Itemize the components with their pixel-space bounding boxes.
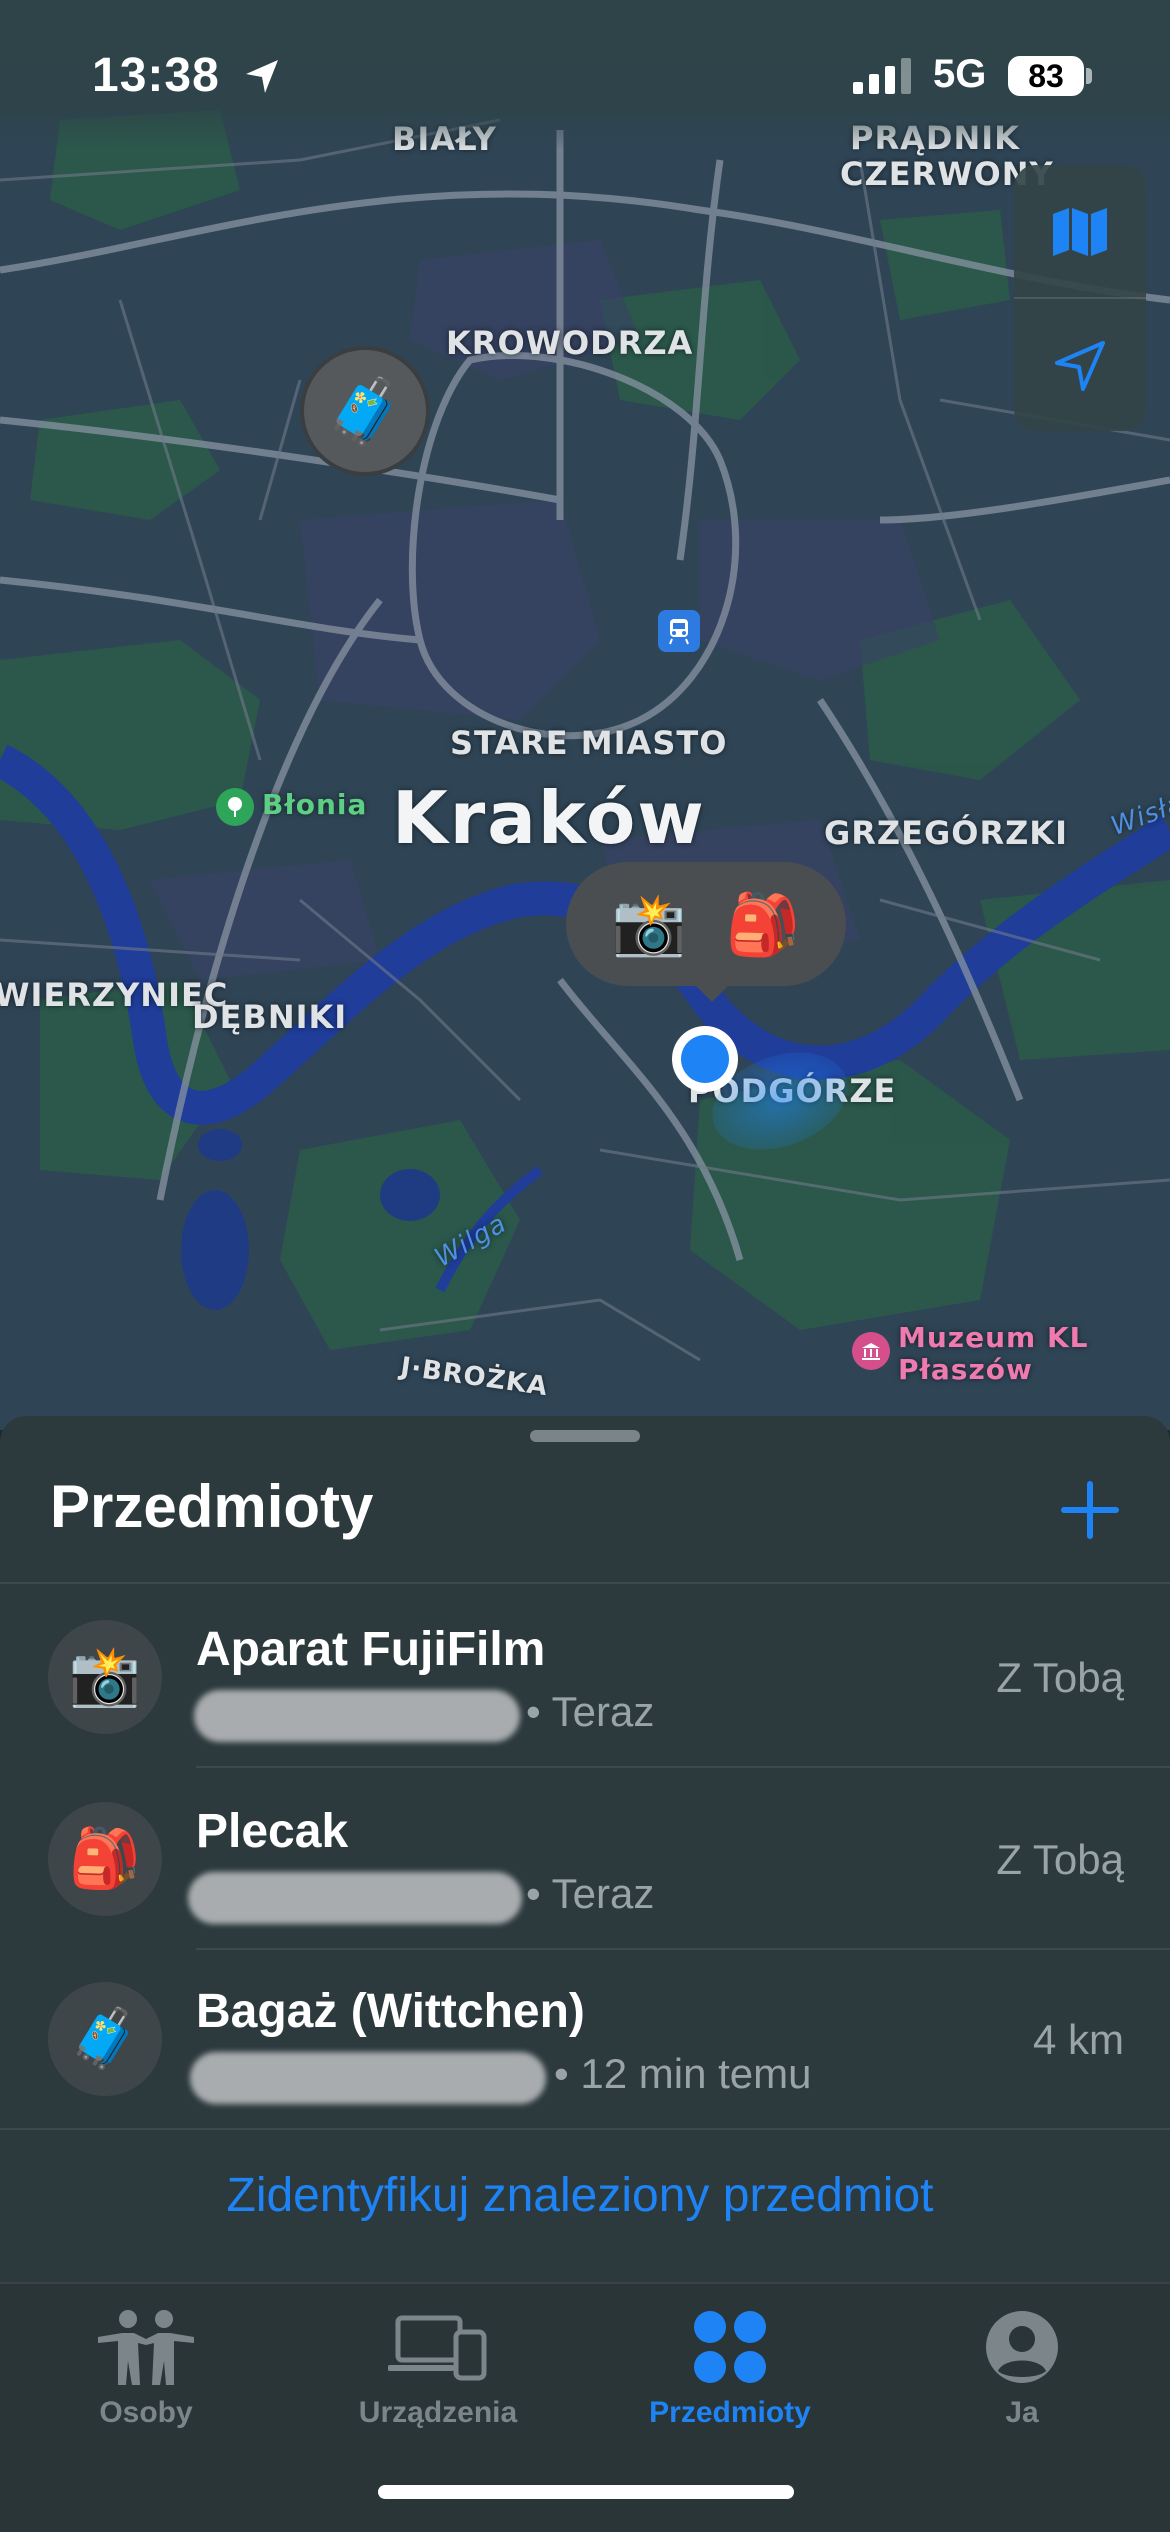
item-name: Plecak [196, 1805, 349, 1858]
battery-indicator: 83 [1008, 56, 1084, 96]
person-icon [984, 2304, 1060, 2390]
status-bar: 13:38 5G 83 [0, 0, 1170, 150]
map-controls [1014, 165, 1146, 431]
user-location-dot[interactable] [672, 1026, 738, 1092]
map-label-city: Kraków [392, 776, 706, 860]
backpack-icon: 🎒 [725, 890, 801, 958]
items-icon [692, 2304, 768, 2390]
tab-items[interactable]: Przedmioty [584, 2304, 876, 2464]
tab-people[interactable]: Osoby [0, 2304, 292, 2464]
battery-tip [1086, 68, 1092, 84]
item-status: Z Tobą [996, 1836, 1124, 1883]
locate-me-button[interactable] [1014, 299, 1146, 431]
item-name: Aparat FujiFilm [196, 1623, 546, 1676]
location-services-icon [246, 60, 278, 93]
luggage-icon: 🧳 [325, 374, 405, 447]
sheet-divider [0, 1582, 1170, 1584]
tab-label: Osoby [99, 2396, 193, 2429]
list-end-divider [0, 2128, 1170, 2130]
item-status: 4 km [1032, 2016, 1124, 2063]
museum-icon[interactable] [852, 1332, 890, 1370]
map-label-krowodrza: KROWODRZA [446, 324, 694, 362]
tab-label: Przedmioty [649, 2396, 811, 2429]
item-meta: • Teraz [526, 1870, 655, 1917]
tab-label: Ja [1005, 2396, 1039, 2429]
redacted-location [188, 1872, 522, 1924]
luggage-icon: 🧳 [48, 1982, 162, 2096]
item-status: Z Tobą [996, 1654, 1124, 1701]
map-pin-cluster[interactable]: 📸 🎒 [566, 862, 846, 986]
map-icon [1053, 207, 1107, 256]
redacted-location [190, 2052, 546, 2104]
sheet-grabber[interactable] [530, 1430, 640, 1442]
home-indicator[interactable] [378, 2485, 794, 2499]
network-type: 5G [933, 52, 987, 96]
map-pin-cluster-tail [690, 980, 734, 1002]
map-label-grzegorzki: GRZEGÓRZKI [824, 814, 1068, 852]
map-label-stare-miasto: STARE MIASTO [450, 724, 728, 762]
map-view[interactable]: BIAŁY PRĄDNIK CZERWONY KROWODRZA STARE M… [0, 0, 1170, 1430]
item-row-luggage[interactable]: 🧳 Bagaż (Wittchen) • 12 min temu 4 km [0, 1948, 1170, 2128]
devices-icon [388, 2304, 488, 2390]
map-pin-luggage[interactable]: 🧳 [300, 346, 430, 476]
item-time: Teraz [551, 1688, 655, 1735]
item-name: Bagaż (Wittchen) [196, 1985, 585, 2038]
add-item-button[interactable] [1058, 1478, 1122, 1542]
museum-label-line1: Muzeum KL [898, 1321, 1089, 1354]
cellular-signal-icon [853, 58, 911, 94]
map-mode-button[interactable] [1014, 165, 1146, 298]
tab-devices[interactable]: Urządzenia [292, 2304, 584, 2464]
camera-icon: 📸 [611, 890, 687, 958]
sheet-title: Przedmioty [50, 1473, 374, 1540]
item-meta: • Teraz [526, 1688, 655, 1735]
museum-label-line2: Płaszów [898, 1353, 1033, 1386]
train-station-icon[interactable] [658, 610, 700, 652]
status-time: 13:38 [92, 49, 220, 102]
identify-found-item-link[interactable]: Zidentyfikuj znaleziony przedmiot [0, 2168, 1160, 2223]
item-time: 12 min temu [580, 2050, 812, 2097]
park-icon[interactable] [216, 788, 254, 826]
tab-label: Urządzenia [358, 2396, 518, 2429]
item-time: Teraz [551, 1870, 655, 1917]
item-row-backpack[interactable]: 🎒 Plecak • Teraz Z Tobą [0, 1768, 1170, 1948]
tab-me[interactable]: Ja [876, 2304, 1168, 2464]
people-icon [96, 2304, 196, 2390]
item-row-camera[interactable]: 📸 Aparat FujiFilm • Teraz Z Tobą [0, 1586, 1170, 1766]
location-arrow-icon [1055, 340, 1105, 391]
camera-icon: 📸 [48, 1620, 162, 1734]
map-label-museum[interactable]: Muzeum KL Płaszów [898, 1322, 1088, 1386]
item-meta: • 12 min temu [554, 2050, 812, 2097]
backpack-icon: 🎒 [48, 1802, 162, 1916]
redacted-location [194, 1690, 520, 1742]
map-label-debniki: DĘBNIKI [192, 998, 348, 1036]
map-background [0, 0, 1170, 1430]
map-label-blonia[interactable]: Błonia [262, 788, 367, 821]
